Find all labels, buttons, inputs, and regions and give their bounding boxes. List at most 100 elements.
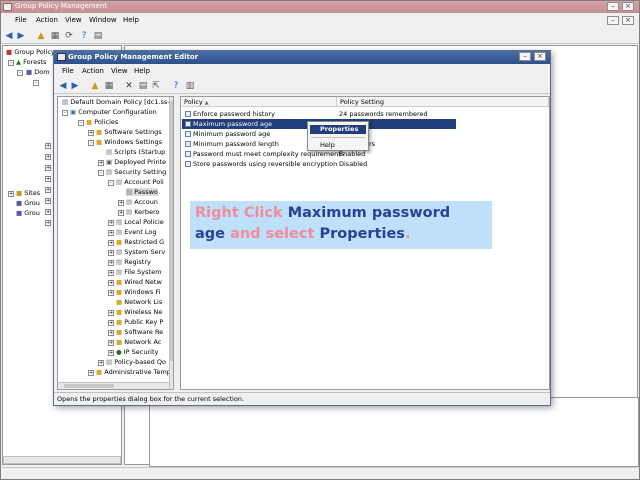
- tree-item-password-policy[interactable]: ▤ Passwo: [126, 188, 158, 196]
- tree-item-wireless-network[interactable]: ■ Wireless Ne: [116, 308, 162, 316]
- tree-expander[interactable]: +: [108, 240, 114, 246]
- tree-item-gpm[interactable]: ■ Group Policy: [6, 48, 55, 56]
- menu-action[interactable]: Action: [36, 16, 58, 24]
- tree-item-system-services[interactable]: ▤ System Serv: [116, 248, 165, 256]
- tree-expander[interactable]: +: [108, 260, 114, 266]
- tree-expander[interactable]: +: [118, 200, 124, 206]
- tree-item-network-list[interactable]: ■ Network Lis: [116, 298, 162, 306]
- export-list-icon[interactable]: ⇱: [151, 81, 161, 91]
- tree-item-software-restriction[interactable]: ■ Software Re: [116, 328, 163, 336]
- policy-row-enforce-history[interactable]: Enforce password history 24 passwords re…: [182, 109, 552, 119]
- forward-icon[interactable]: ▶: [16, 31, 26, 41]
- tree-item-scripts[interactable]: ▤ Scripts (Startup: [106, 148, 165, 156]
- menu-view[interactable]: View: [65, 16, 82, 24]
- help-icon[interactable]: ?: [79, 31, 89, 41]
- tree-expander[interactable]: +: [45, 198, 51, 204]
- tree-item-default-domain-policy[interactable]: ▤ Default Domain Policy [dc1.ss-m: [62, 98, 173, 106]
- tree-item-deployed-printers[interactable]: ▣ Deployed Printe: [106, 158, 166, 166]
- tree-expander[interactable]: -: [17, 70, 23, 76]
- tree-item-account-lockout[interactable]: ▤ Accoun: [126, 198, 158, 206]
- tree-expander[interactable]: +: [108, 290, 114, 296]
- tree-expander[interactable]: +: [45, 143, 51, 149]
- tree-item-registry[interactable]: ▤ Registry: [116, 258, 151, 266]
- close-button[interactable]: ×: [622, 2, 634, 11]
- tree-expander[interactable]: +: [108, 350, 114, 356]
- tree-item-group-1[interactable]: ■ Grou: [16, 199, 40, 207]
- up-folder-icon[interactable]: ▲: [36, 31, 46, 41]
- tree-item-windows-settings[interactable]: ■ Windows Settings: [96, 138, 162, 146]
- tree-item-computer-configuration[interactable]: ▣ Computer Configuration: [70, 108, 157, 116]
- context-menu-help[interactable]: Help: [310, 141, 366, 150]
- tree-item-account-policies[interactable]: ▤ Account Poli: [116, 178, 164, 186]
- tree-item-file-system[interactable]: ▤ File System: [116, 268, 161, 276]
- scrollbar-thumb[interactable]: [170, 101, 173, 361]
- tree-expander[interactable]: +: [45, 176, 51, 182]
- tree-expander[interactable]: +: [108, 250, 114, 256]
- show-hide-tree-icon[interactable]: ▦: [104, 81, 114, 91]
- minimize-button[interactable]: –: [607, 2, 619, 11]
- policy-row-reversible-encryption[interactable]: Store passwords using reversible encrypt…: [182, 159, 552, 169]
- tree-expander[interactable]: +: [88, 130, 94, 136]
- properties-icon[interactable]: ▤: [93, 31, 103, 41]
- column-header-setting[interactable]: Policy Setting: [337, 97, 549, 107]
- tree-item-windows-firewall[interactable]: ■ Windows Fi: [116, 288, 160, 296]
- tree-item-policies[interactable]: ■ Policies: [86, 118, 118, 126]
- tree-expander[interactable]: +: [8, 191, 14, 197]
- column-header-policy[interactable]: Policy ▲: [181, 97, 337, 107]
- tree-expander[interactable]: +: [45, 220, 51, 226]
- menu-help[interactable]: Help: [123, 16, 139, 24]
- tree-expander[interactable]: +: [45, 187, 51, 193]
- forward-icon[interactable]: ▶: [70, 81, 80, 91]
- tree-expander[interactable]: +: [98, 160, 104, 166]
- tree-expander[interactable]: -: [8, 60, 14, 66]
- tree-expander[interactable]: -: [88, 140, 94, 146]
- tree-item-event-log[interactable]: ▤ Event Log: [116, 228, 157, 236]
- tree-expander[interactable]: +: [108, 220, 114, 226]
- delete-icon[interactable]: ✕: [124, 81, 134, 91]
- tree-expander[interactable]: +: [108, 340, 114, 346]
- tree-expander[interactable]: -: [62, 110, 68, 116]
- tree-item-wired-network[interactable]: ■ Wired Netw: [116, 278, 162, 286]
- editor-menu-file[interactable]: File: [62, 67, 74, 75]
- tree-expander[interactable]: +: [45, 209, 51, 215]
- tree-item-security-settings[interactable]: ▤ Security Setting: [106, 168, 166, 176]
- tree-item-policy-based-qos[interactable]: ▤ Policy-based Qo: [106, 358, 166, 366]
- tree-item-software-settings[interactable]: ■ Software Settings: [96, 128, 162, 136]
- tree-expander[interactable]: +: [45, 154, 51, 160]
- tree-expander[interactable]: +: [118, 210, 124, 216]
- outer-tree-hscrollbar[interactable]: [3, 456, 121, 464]
- tree-expander[interactable]: +: [108, 270, 114, 276]
- editor-minimize-button[interactable]: –: [519, 52, 531, 61]
- tree-expander[interactable]: +: [98, 360, 104, 366]
- tree-item-sites[interactable]: ■ Sites: [16, 189, 40, 197]
- tree-expander[interactable]: +: [45, 165, 51, 171]
- tree-expander[interactable]: +: [108, 230, 114, 236]
- mdi-close-button[interactable]: ×: [622, 16, 634, 25]
- tree-expander[interactable]: +: [108, 330, 114, 336]
- editor-tree-hscrollbar[interactable]: [58, 382, 169, 389]
- editor-menu-action[interactable]: Action: [82, 67, 104, 75]
- tree-item-local-policies[interactable]: ▤ Local Policie: [116, 218, 164, 226]
- back-icon[interactable]: ◀: [58, 81, 68, 91]
- menu-file[interactable]: File: [15, 16, 27, 24]
- scrollbar-thumb[interactable]: [64, 384, 114, 388]
- mdi-minimize-button[interactable]: –: [607, 16, 619, 25]
- editor-menu-help[interactable]: Help: [134, 67, 150, 75]
- tree-item-group-2[interactable]: ■ Grou: [16, 209, 40, 217]
- up-folder-icon[interactable]: ▲: [90, 81, 100, 91]
- tree-expander[interactable]: +: [108, 320, 114, 326]
- tree-expander[interactable]: -: [78, 120, 84, 126]
- tree-expander[interactable]: +: [88, 370, 94, 376]
- tree-item-administrative-templates[interactable]: ■ Administrative Temp: [96, 368, 171, 376]
- show-hide-tree-icon[interactable]: ▦: [50, 31, 60, 41]
- editor-tree-vscrollbar[interactable]: [169, 97, 173, 389]
- tree-expander[interactable]: -: [33, 80, 39, 86]
- editor-title-bar[interactable]: Group Policy Management Editor – ×: [54, 51, 550, 64]
- editor-menu-view[interactable]: View: [111, 67, 128, 75]
- menu-window[interactable]: Window: [89, 16, 117, 24]
- tree-item-kerberos[interactable]: ▤ Kerbero: [126, 208, 159, 216]
- tree-item-ip-security[interactable]: ● IP Security: [116, 348, 158, 356]
- view-icon[interactable]: ▥: [185, 81, 195, 91]
- help-icon[interactable]: ?: [171, 81, 181, 91]
- tree-expander[interactable]: +: [108, 310, 114, 316]
